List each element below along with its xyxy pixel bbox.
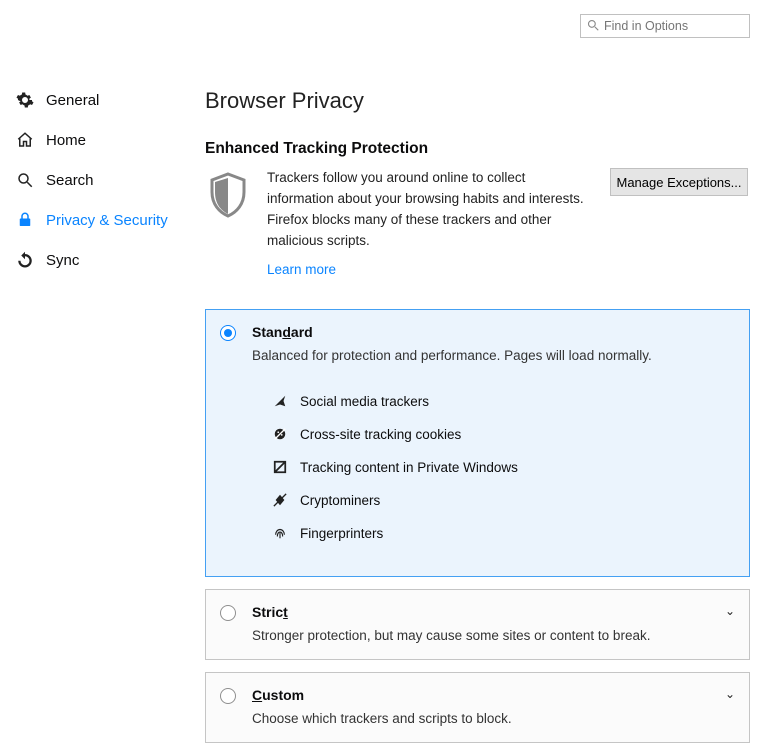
chevron-down-icon[interactable]: ⌄ <box>725 687 735 701</box>
lock-icon <box>14 211 36 229</box>
tracker-item: Cryptominers <box>252 484 731 517</box>
gear-icon <box>14 91 36 109</box>
radio-custom[interactable] <box>220 688 236 704</box>
sidebar-item-privacy[interactable]: Privacy & Security <box>14 200 205 240</box>
option-strict[interactable]: ⌄ Strict Stronger protection, but may ca… <box>205 589 750 660</box>
tracking-content-icon <box>272 460 288 474</box>
sidebar-item-label: General <box>46 92 99 109</box>
tracker-list: Social media trackers Cross-site trackin… <box>252 385 731 550</box>
sidebar-item-home[interactable]: Home <box>14 120 205 160</box>
search-icon <box>587 18 599 34</box>
sidebar: General Home Search Privacy & Security S <box>0 38 205 743</box>
search-field[interactable] <box>580 14 750 38</box>
tracker-item: Cross-site tracking cookies <box>252 418 731 451</box>
sidebar-item-search[interactable]: Search <box>14 160 205 200</box>
sidebar-item-label: Search <box>46 172 94 189</box>
option-label-standard: Standard <box>252 324 731 340</box>
option-label-custom: Custom <box>252 687 731 703</box>
sidebar-item-sync[interactable]: Sync <box>14 240 205 280</box>
option-custom[interactable]: ⌄ Custom Choose which trackers and scrip… <box>205 672 750 743</box>
page-title: Browser Privacy <box>205 88 750 114</box>
search-icon <box>14 171 36 189</box>
option-standard[interactable]: Standard Balanced for protection and per… <box>205 309 750 577</box>
cryptominers-icon <box>272 493 288 507</box>
radio-strict[interactable] <box>220 605 236 621</box>
radio-standard[interactable] <box>220 325 236 341</box>
tracker-item: Fingerprinters <box>252 517 731 550</box>
section-heading: Enhanced Tracking Protection <box>205 140 750 158</box>
learn-more-link[interactable]: Learn more <box>267 260 594 281</box>
option-label-strict: Strict <box>252 604 731 620</box>
manage-exceptions-button[interactable]: Manage Exceptions... <box>610 168 748 196</box>
main-content: Browser Privacy Enhanced Tracking Protec… <box>205 38 768 743</box>
option-desc-standard: Balanced for protection and performance.… <box>252 348 731 363</box>
cookies-icon <box>272 427 288 441</box>
chevron-down-icon[interactable]: ⌄ <box>725 604 735 618</box>
home-icon <box>14 131 36 149</box>
option-desc-strict: Stronger protection, but may cause some … <box>252 628 731 643</box>
search-input[interactable] <box>604 19 743 33</box>
sidebar-item-general[interactable]: General <box>14 80 205 120</box>
tracker-item: Tracking content in Private Windows <box>252 451 731 484</box>
fingerprinters-icon <box>272 526 288 540</box>
option-desc-custom: Choose which trackers and scripts to blo… <box>252 711 731 726</box>
sidebar-item-label: Home <box>46 132 86 149</box>
tracker-item: Social media trackers <box>252 385 731 418</box>
social-trackers-icon <box>272 394 288 408</box>
sidebar-item-label: Sync <box>46 252 79 269</box>
sidebar-item-label: Privacy & Security <box>46 212 168 229</box>
sync-icon <box>14 251 36 269</box>
shield-icon <box>205 168 251 281</box>
intro-text: Trackers follow you around online to col… <box>267 168 594 252</box>
